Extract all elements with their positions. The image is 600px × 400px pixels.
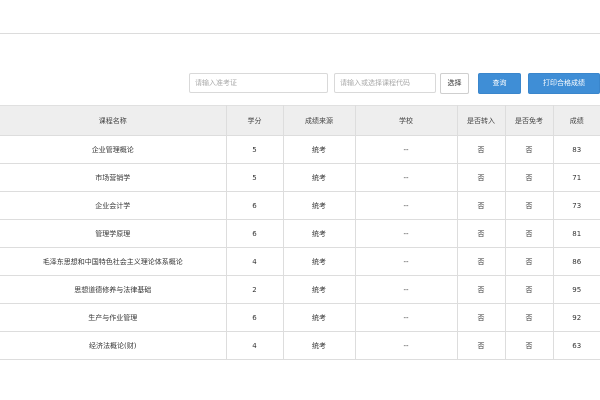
cell-school: --: [354, 163, 458, 192]
query-button[interactable]: 查询: [478, 73, 521, 94]
cell-score: 83: [552, 135, 600, 164]
grades-table: 课程名称 学分 成绩来源 学校 是否转入 是否免考 成绩 企业管理概论 5 统考…: [0, 105, 600, 360]
grades-page: 选择 查询 打印合格成绩 课程名称 学分 成绩来源 学校 是否转入: [0, 0, 600, 400]
cell-exempt: 否: [504, 219, 554, 248]
cell-transferred: 否: [456, 331, 506, 360]
cell-course-name: 企业会计学: [0, 191, 227, 220]
cell-credit: 5: [225, 135, 284, 164]
cell-course-name: 经济法概论(财): [0, 331, 227, 360]
cell-credit: 2: [225, 275, 284, 304]
cell-course-name: 思想道德修养与法律基础: [0, 275, 227, 304]
print-passed-grades-button[interactable]: 打印合格成绩: [528, 73, 600, 94]
cell-transferred: 否: [456, 191, 506, 220]
table-row: 思想道德修养与法律基础 2 统考 -- 否 否 95: [0, 275, 600, 304]
exam-number-input[interactable]: [189, 73, 328, 93]
cell-school: --: [354, 219, 458, 248]
cell-score: 95: [552, 275, 600, 304]
cell-school: --: [354, 275, 458, 304]
cell-score: 71: [552, 163, 600, 192]
cell-credit: 4: [225, 331, 284, 360]
top-divider: [0, 33, 600, 34]
cell-course-name: 生产与作业管理: [0, 303, 227, 332]
cell-transferred: 否: [456, 219, 506, 248]
cell-course-name: 市场营销学: [0, 163, 227, 192]
table-row: 生产与作业管理 6 统考 -- 否 否 92: [0, 303, 600, 332]
cell-course-name: 管理学原理: [0, 219, 227, 248]
cell-credit: 4: [225, 247, 284, 276]
cell-exempt: 否: [504, 275, 554, 304]
cell-credit: 5: [225, 163, 284, 192]
cell-score-source: 统考: [282, 303, 356, 332]
cell-score: 63: [552, 331, 600, 360]
header-credit: 学分: [225, 105, 284, 136]
select-course-button[interactable]: 选择: [440, 73, 469, 94]
header-score: 成绩: [552, 105, 600, 136]
cell-transferred: 否: [456, 135, 506, 164]
cell-score: 86: [552, 247, 600, 276]
cell-exempt: 否: [504, 331, 554, 360]
course-code-input[interactable]: [334, 73, 436, 93]
cell-score-source: 统考: [282, 275, 356, 304]
header-transferred: 是否转入: [456, 105, 506, 136]
cell-exempt: 否: [504, 135, 554, 164]
grades-table-container: 课程名称 学分 成绩来源 学校 是否转入 是否免考 成绩 企业管理概论 5 统考…: [0, 105, 600, 360]
table-row: 企业管理概论 5 统考 -- 否 否 83: [0, 135, 600, 164]
table-row: 企业会计学 6 统考 -- 否 否 73: [0, 191, 600, 220]
cell-score: 81: [552, 219, 600, 248]
cell-score-source: 统考: [282, 219, 356, 248]
cell-transferred: 否: [456, 303, 506, 332]
cell-transferred: 否: [456, 275, 506, 304]
header-course-name: 课程名称: [0, 105, 227, 136]
cell-course-name: 企业管理概论: [0, 135, 227, 164]
cell-score: 73: [552, 191, 600, 220]
cell-exempt: 否: [504, 247, 554, 276]
cell-score-source: 统考: [282, 191, 356, 220]
search-toolbar: 选择 查询 打印合格成绩: [0, 73, 600, 95]
header-score-source: 成绩来源: [282, 105, 356, 136]
table-row: 管理学原理 6 统考 -- 否 否 81: [0, 219, 600, 248]
cell-score-source: 统考: [282, 135, 356, 164]
cell-transferred: 否: [456, 163, 506, 192]
cell-credit: 6: [225, 219, 284, 248]
table-row: 毛泽东思想和中国特色社会主义理论体系概论 4 统考 -- 否 否 86: [0, 247, 600, 276]
cell-school: --: [354, 331, 458, 360]
cell-exempt: 否: [504, 163, 554, 192]
table-row: 经济法概论(财) 4 统考 -- 否 否 63: [0, 331, 600, 360]
cell-school: --: [354, 247, 458, 276]
cell-score-source: 统考: [282, 163, 356, 192]
cell-transferred: 否: [456, 247, 506, 276]
cell-exempt: 否: [504, 303, 554, 332]
cell-school: --: [354, 135, 458, 164]
cell-course-name: 毛泽东思想和中国特色社会主义理论体系概论: [0, 247, 227, 276]
cell-school: --: [354, 303, 458, 332]
cell-credit: 6: [225, 191, 284, 220]
cell-school: --: [354, 191, 458, 220]
cell-score-source: 统考: [282, 331, 356, 360]
cell-score-source: 统考: [282, 247, 356, 276]
cell-score: 92: [552, 303, 600, 332]
header-exempt: 是否免考: [504, 105, 554, 136]
cell-exempt: 否: [504, 191, 554, 220]
table-row: 市场营销学 5 统考 -- 否 否 71: [0, 163, 600, 192]
header-school: 学校: [354, 105, 458, 136]
table-header-row: 课程名称 学分 成绩来源 学校 是否转入 是否免考 成绩: [0, 105, 600, 136]
cell-credit: 6: [225, 303, 284, 332]
